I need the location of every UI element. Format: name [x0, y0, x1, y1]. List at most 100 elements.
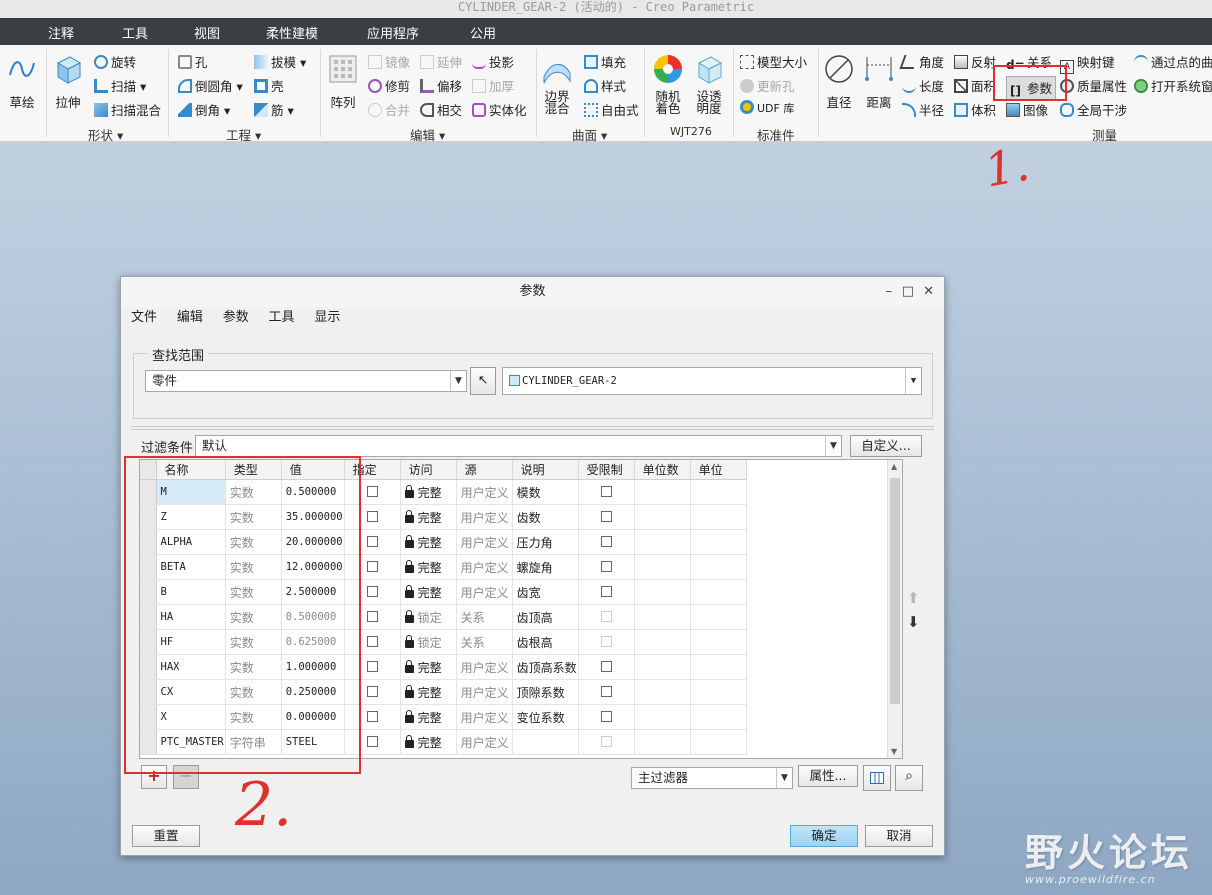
- param-description[interactable]: 齿数: [512, 504, 579, 530]
- param-unit[interactable]: [690, 654, 747, 680]
- designate-checkbox[interactable]: [366, 561, 378, 572]
- param-unit-quantity[interactable]: [634, 554, 691, 580]
- param-source[interactable]: 用户定义: [456, 529, 513, 555]
- intersect-button[interactable]: 相交: [420, 100, 462, 119]
- menu-tools[interactable]: 工具: [269, 307, 295, 329]
- col-description[interactable]: 说明: [512, 460, 579, 480]
- param-description[interactable]: 压力角: [512, 529, 579, 555]
- restricted-checkbox[interactable]: [600, 686, 612, 697]
- param-unit[interactable]: [690, 529, 747, 555]
- group-shape-label[interactable]: 形状 ▾: [88, 125, 123, 144]
- param-source[interactable]: 用户定义: [456, 704, 513, 730]
- param-unit-quantity[interactable]: [634, 679, 691, 705]
- open-system-window-button[interactable]: 打开系统窗: [1134, 76, 1212, 95]
- designate-checkbox[interactable]: [366, 661, 378, 672]
- offset-button[interactable]: 偏移: [420, 76, 462, 95]
- scroll-down-icon[interactable]: ▼: [891, 747, 897, 756]
- set-transparency-button[interactable]: 设透明度: [692, 53, 726, 115]
- param-source[interactable]: 关系: [456, 604, 513, 630]
- restricted-checkbox[interactable]: [600, 561, 612, 572]
- sketch-button[interactable]: 草绘: [4, 53, 40, 111]
- param-unit-quantity[interactable]: [634, 704, 691, 730]
- designate-checkbox[interactable]: [366, 636, 378, 647]
- param-access[interactable]: 完整: [400, 679, 457, 705]
- table-scrollbar[interactable]: ▲ ▼: [887, 460, 902, 758]
- param-access[interactable]: 锁定: [400, 604, 457, 630]
- param-restricted[interactable]: [578, 504, 635, 530]
- restricted-checkbox[interactable]: [600, 611, 612, 622]
- param-restricted[interactable]: [578, 729, 635, 755]
- param-source[interactable]: 用户定义: [456, 654, 513, 680]
- param-source[interactable]: 用户定义: [456, 479, 513, 505]
- col-unit-quantity[interactable]: 单位数: [634, 460, 691, 480]
- select-model-button[interactable]: ↖: [470, 367, 496, 395]
- tab-flexible-modeling[interactable]: 柔性建模: [266, 23, 318, 42]
- param-unit-quantity[interactable]: [634, 629, 691, 655]
- designate-checkbox[interactable]: [366, 511, 378, 522]
- main-filter-select[interactable]: 主过滤器 ▼: [631, 767, 793, 789]
- param-unit-quantity[interactable]: [634, 504, 691, 530]
- param-source[interactable]: 关系: [456, 629, 513, 655]
- param-access[interactable]: 完整: [400, 529, 457, 555]
- swept-blend-button[interactable]: 扫描混合: [94, 100, 161, 119]
- style-button[interactable]: 样式: [584, 76, 626, 95]
- hole-button[interactable]: 孔: [178, 52, 208, 71]
- round-button[interactable]: 倒圆角 ▾: [178, 76, 243, 95]
- param-description[interactable]: 模数: [512, 479, 579, 505]
- move-down-icon[interactable]: ⬇: [907, 613, 920, 631]
- freestyle-button[interactable]: 自由式: [584, 100, 639, 119]
- param-restricted[interactable]: [578, 529, 635, 555]
- param-unit[interactable]: [690, 629, 747, 655]
- properties-button[interactable]: 属性...: [798, 765, 858, 787]
- trim-button[interactable]: 修剪: [368, 76, 410, 95]
- param-description[interactable]: 螺旋角: [512, 554, 579, 580]
- param-restricted[interactable]: [578, 704, 635, 730]
- group-surfaces-label[interactable]: 曲面 ▾: [572, 125, 607, 144]
- restricted-checkbox[interactable]: [600, 586, 612, 597]
- param-description[interactable]: 齿根高: [512, 629, 579, 655]
- param-restricted[interactable]: [578, 654, 635, 680]
- length-button[interactable]: 长度: [902, 76, 944, 95]
- param-access[interactable]: 完整: [400, 504, 457, 530]
- param-unit[interactable]: [690, 704, 747, 730]
- shell-button[interactable]: 壳: [254, 76, 284, 95]
- param-source[interactable]: 用户定义: [456, 729, 513, 755]
- minimize-icon[interactable]: –: [886, 277, 893, 307]
- restricted-checkbox[interactable]: [600, 636, 612, 647]
- group-engineering-label[interactable]: 工程 ▾: [226, 125, 261, 144]
- param-access[interactable]: 完整: [400, 729, 457, 755]
- param-access[interactable]: 完整: [400, 479, 457, 505]
- param-unit-quantity[interactable]: [634, 729, 691, 755]
- menu-file[interactable]: 文件: [131, 307, 157, 329]
- param-description[interactable]: 顶隙系数: [512, 679, 579, 705]
- param-source[interactable]: 用户定义: [456, 679, 513, 705]
- mirror-button[interactable]: 镜像: [368, 52, 410, 71]
- designate-checkbox[interactable]: [366, 611, 378, 622]
- diameter-button[interactable]: 直径: [822, 53, 856, 111]
- maximize-icon[interactable]: □: [902, 277, 914, 307]
- param-unit-quantity[interactable]: [634, 579, 691, 605]
- customize-button[interactable]: 自定义...: [850, 435, 922, 457]
- pattern-button[interactable]: 阵列: [326, 53, 360, 111]
- update-hole-button[interactable]: 更新孔: [740, 76, 795, 95]
- volume-button[interactable]: 体积: [954, 100, 996, 119]
- restricted-checkbox[interactable]: [600, 486, 612, 497]
- restricted-checkbox[interactable]: [600, 661, 612, 672]
- global-interference-button[interactable]: 全局干涉: [1060, 100, 1127, 119]
- reset-button[interactable]: 重置: [132, 825, 200, 847]
- param-unit[interactable]: [690, 679, 747, 705]
- solidify-button[interactable]: 实体化: [472, 100, 527, 119]
- thicken-button[interactable]: 加厚: [472, 76, 514, 95]
- find-button[interactable]: ⌕: [895, 765, 923, 791]
- param-restricted[interactable]: [578, 629, 635, 655]
- revolve-button[interactable]: 旋转: [94, 52, 136, 71]
- area-button[interactable]: 面积: [954, 76, 996, 95]
- param-description[interactable]: 齿顶高: [512, 604, 579, 630]
- curve-through-points-button[interactable]: 通过点的曲: [1134, 52, 1212, 71]
- merge-button[interactable]: 合并: [368, 100, 410, 119]
- param-description[interactable]: 齿宽: [512, 579, 579, 605]
- param-restricted[interactable]: [578, 479, 635, 505]
- boundary-blend-button[interactable]: 边界混合: [540, 53, 574, 115]
- param-restricted[interactable]: [578, 604, 635, 630]
- tab-common[interactable]: 公用: [470, 23, 496, 42]
